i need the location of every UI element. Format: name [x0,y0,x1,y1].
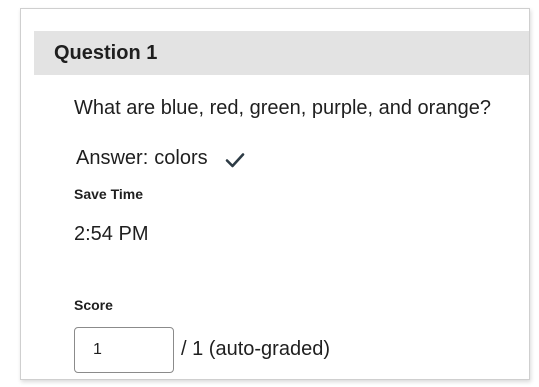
save-time-label: Save Time [74,186,144,202]
question-header: Question 1 [34,31,529,75]
answer-value: colors [154,147,208,169]
answer-label: Answer: [76,147,149,169]
checkmark-icon [224,149,246,171]
score-label: Score [74,297,113,313]
score-total: / 1 (auto-graded) [181,338,330,360]
question-card: Question 1 What are blue, red, green, pu… [20,8,530,380]
question-title: Question 1 [54,42,158,64]
score-input[interactable] [74,327,174,373]
answer-row: Answer: colors [76,145,246,171]
question-text: What are blue, red, green, purple, and o… [74,97,491,119]
save-time-value: 2:54 PM [74,223,149,245]
